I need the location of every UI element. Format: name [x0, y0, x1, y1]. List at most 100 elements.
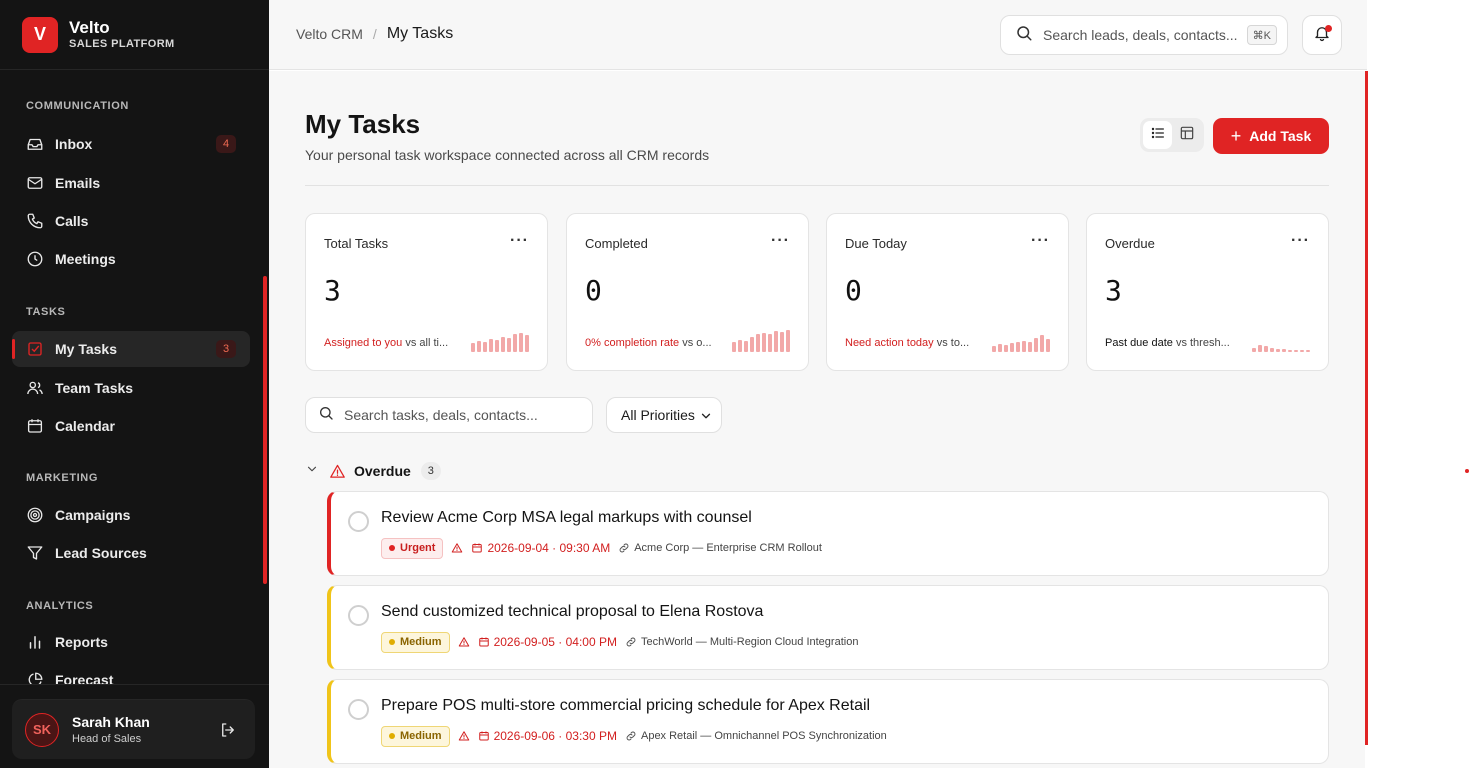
pie-chart-icon [26, 671, 44, 684]
sparkline-bar [513, 334, 517, 352]
breadcrumb-separator: / [372, 26, 377, 42]
link-icon [618, 542, 634, 554]
global-search-input[interactable] [1043, 27, 1243, 43]
sparkline-bar [992, 346, 996, 352]
task-meta: Medium 2026-09-06 · 03:30 PM Apex Retail… [381, 725, 887, 747]
sparkline-bar [495, 340, 499, 352]
sparkline-bar [1004, 345, 1008, 352]
more-options-icon[interactable]: ··· [510, 232, 529, 250]
page-title: My Tasks [305, 109, 421, 139]
link-icon [625, 636, 641, 648]
sparkline-bar [1016, 342, 1020, 352]
more-options-icon[interactable]: ··· [1031, 232, 1050, 250]
sidebar-item-label: Meetings [55, 251, 116, 267]
more-options-icon[interactable]: ··· [771, 232, 790, 250]
stat-value: 3 [324, 274, 341, 307]
sparkline [992, 328, 1050, 352]
stat-value: 3 [1105, 274, 1122, 307]
sparkline-bar [774, 331, 778, 352]
more-options-icon[interactable]: ··· [1291, 232, 1310, 250]
brand-name: Velto [69, 18, 110, 37]
sidebar-item-my-tasks[interactable]: My Tasks 3 [12, 331, 250, 367]
sparkline-bar [768, 334, 772, 352]
task-item[interactable]: Prepare POS multi-store commercial prici… [327, 679, 1329, 764]
sparkline-bar [1282, 349, 1286, 352]
section-title-tasks: TASKS [26, 306, 66, 318]
breadcrumb-root-link[interactable]: Velto CRM [296, 26, 363, 42]
sparkline-bar [477, 341, 481, 352]
sidebar-item-calendar[interactable]: Calendar [12, 408, 250, 444]
user-profile-card[interactable]: SK Sarah Khan Head of Sales [12, 699, 255, 759]
sidebar-item-inbox[interactable]: Inbox 4 [12, 126, 250, 162]
task-search[interactable] [305, 397, 593, 433]
stat-card-total: Total Tasks ··· 3 Assigned to you vs all… [305, 213, 548, 371]
related-record-link[interactable]: Apex Retail — Omnichannel POS Synchroniz… [625, 730, 887, 742]
task-item[interactable]: Review Acme Corp MSA legal markups with … [327, 491, 1329, 576]
sidebar-item-label: Inbox [55, 136, 93, 152]
task-complete-checkbox[interactable] [348, 511, 369, 532]
add-task-button[interactable]: + Add Task [1213, 118, 1329, 154]
sparkline-bar [501, 337, 505, 352]
sparkline-bar [1270, 348, 1274, 352]
sidebar-item-label: Calendar [55, 418, 115, 434]
stat-note: 0% completion rate vs o... [585, 337, 725, 349]
sidebar-nav: COMMUNICATION Inbox 4 Emails Calls Meeti… [0, 70, 269, 684]
sidebar-item-label: Reports [55, 634, 108, 650]
sparkline-bar [519, 333, 523, 352]
inbox-count-badge: 4 [216, 135, 236, 153]
sparkline-bar [1010, 343, 1014, 352]
list-view-button[interactable] [1143, 121, 1172, 149]
notifications-button[interactable] [1302, 15, 1342, 55]
sparkline-bar [1028, 342, 1032, 352]
overdue-group-header[interactable]: Overdue 3 [305, 461, 441, 481]
notification-dot [1325, 25, 1332, 32]
sparkline-bar [756, 334, 760, 352]
task-title: Review Acme Corp MSA legal markups with … [381, 509, 752, 526]
sidebar-item-reports[interactable]: Reports [12, 624, 250, 660]
brand[interactable]: V Velto SALES PLATFORM [0, 0, 269, 70]
related-record-link[interactable]: TechWorld — Multi-Region Cloud Integrati… [625, 636, 858, 648]
filter-icon [26, 544, 44, 562]
global-search[interactable]: ⌘K [1000, 15, 1288, 55]
bar-chart-icon [26, 633, 44, 651]
sidebar-item-campaigns[interactable]: Campaigns [12, 497, 250, 533]
sparkline-bar [1034, 338, 1038, 352]
sidebar-item-team-tasks[interactable]: Team Tasks [12, 370, 250, 406]
section-title-marketing: MARKETING [26, 472, 99, 484]
task-title: Send customized technical proposal to El… [381, 603, 764, 620]
sparkline [471, 328, 529, 352]
sidebar-item-calls[interactable]: Calls [12, 203, 250, 239]
related-record-link[interactable]: Acme Corp — Enterprise CRM Rollout [618, 542, 822, 554]
stat-label: Overdue [1105, 236, 1155, 251]
sidebar-item-meetings[interactable]: Meetings [12, 241, 250, 277]
board-view-button[interactable] [1172, 121, 1201, 149]
sparkline-bar [1276, 349, 1280, 352]
logout-icon[interactable] [219, 721, 237, 739]
link-icon [625, 730, 641, 742]
related-record-text: TechWorld — Multi-Region Cloud Integrati… [640, 636, 859, 648]
sidebar-item-label: Campaigns [55, 507, 131, 523]
sparkline [1252, 328, 1310, 352]
alert-triangle-icon [329, 463, 346, 480]
task-item[interactable]: Send customized technical proposal to El… [327, 585, 1329, 670]
sidebar-item-emails[interactable]: Emails [12, 165, 250, 201]
sparkline-bar [786, 330, 790, 352]
task-complete-checkbox[interactable] [348, 699, 369, 720]
sparkline-bar [1288, 350, 1292, 352]
sparkline-bar [1300, 350, 1304, 352]
stat-note: Assigned to you vs all ti... [324, 337, 464, 349]
task-search-input[interactable] [344, 407, 574, 423]
edge-indicator-dot [1465, 469, 1469, 473]
stat-note-highlight: Past due date [1105, 337, 1173, 349]
task-complete-checkbox[interactable] [348, 605, 369, 626]
sidebar-item-lead-sources[interactable]: Lead Sources [12, 535, 250, 571]
sidebar-item-forecast[interactable]: Forecast [12, 662, 250, 684]
chevron-down-icon[interactable] [305, 462, 319, 481]
priority-filter-select[interactable]: All Priorities [606, 397, 722, 433]
calendar-icon [478, 636, 494, 648]
due-date: 2026-09-04 · 09:30 AM [451, 541, 610, 555]
page-scrollbar[interactable] [1365, 71, 1368, 745]
user-name: Sarah Khan [72, 714, 150, 730]
sidebar-scrollbar[interactable] [263, 276, 267, 584]
sidebar-item-label: Forecast [55, 672, 114, 684]
